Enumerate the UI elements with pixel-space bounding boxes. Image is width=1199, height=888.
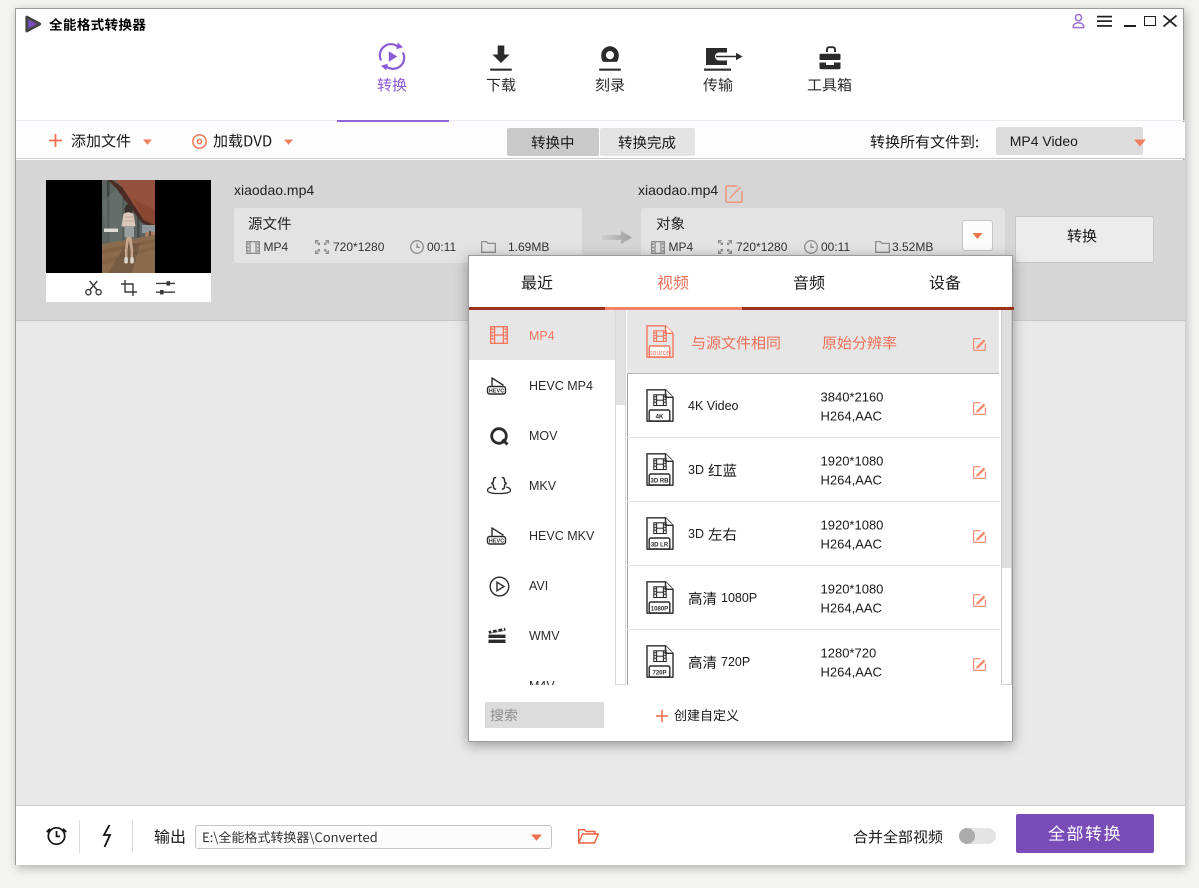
- svg-text:HEVC: HEVC: [489, 539, 505, 545]
- svg-text:720P: 720P: [652, 671, 666, 677]
- svg-text:source: source: [649, 350, 670, 357]
- svg-text:3D LR: 3D LR: [651, 543, 669, 549]
- svg-text:4K: 4K: [656, 415, 664, 421]
- svg-text:3D RB: 3D RB: [650, 479, 669, 485]
- svg-text:HEVC: HEVC: [489, 389, 505, 395]
- svg-text:1080P: 1080P: [651, 607, 668, 613]
